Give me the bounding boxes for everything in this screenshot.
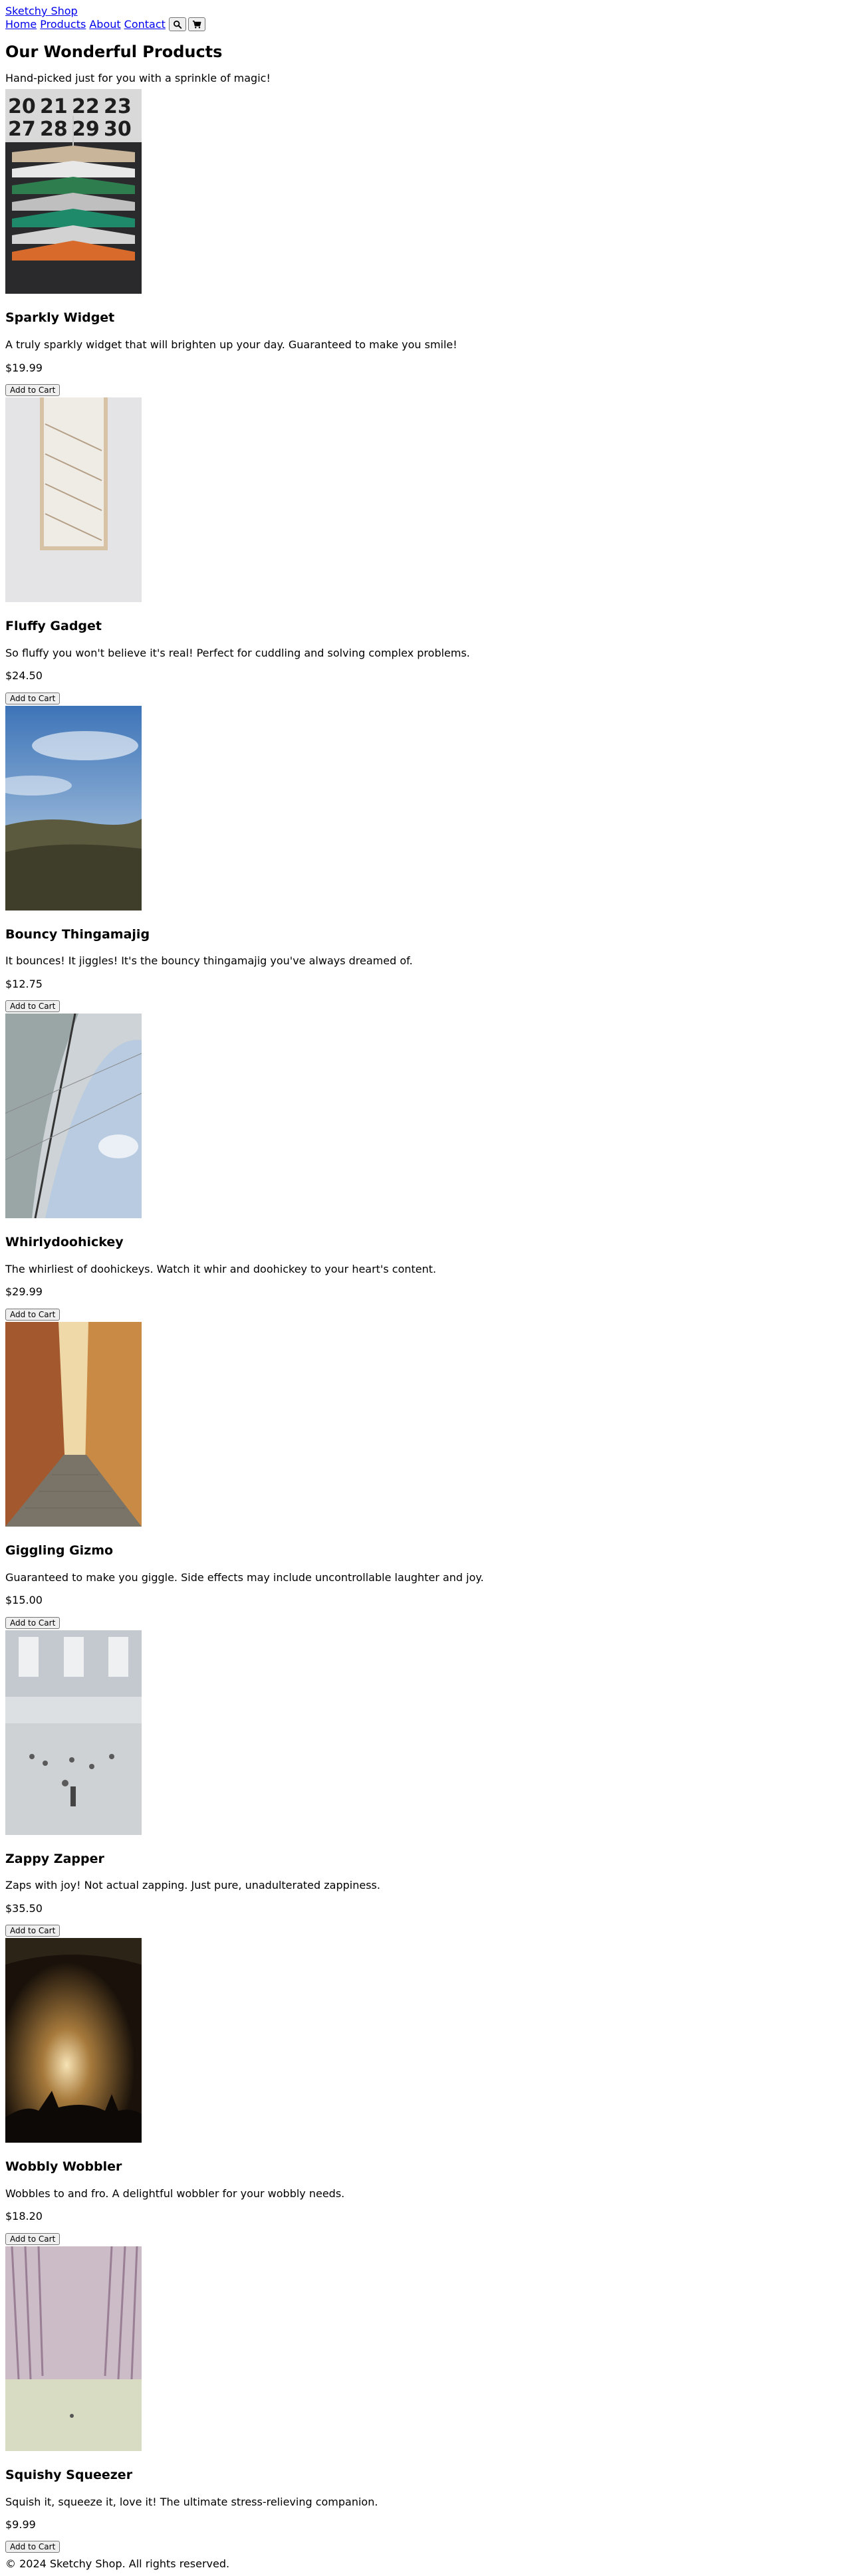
product-price: $15.00 xyxy=(5,1594,43,1607)
product-price: $9.99 xyxy=(5,2518,36,2531)
product-description: The whirliest of doohickeys. Watch it wh… xyxy=(5,1263,437,1276)
product-name: Zappy Zapper xyxy=(5,1851,104,1866)
product-description: So fluffy you won't believe it's real! P… xyxy=(5,646,470,659)
product-description: Squish it, squeeze it, love it! The ulti… xyxy=(5,2495,378,2508)
add-to-cart-button[interactable]: Add to Cart xyxy=(5,1616,61,1629)
product-card: 20 21 22 23 27 28 29 30 Sparkly Widget A… xyxy=(5,89,846,396)
product-description: Zaps with joy! Not actual zapping. Just … xyxy=(5,1879,380,1892)
calendar-number: 21 xyxy=(40,95,68,118)
search-icon xyxy=(173,20,182,29)
product-card: Squishy Squeezer Squish it, squeeze it, … xyxy=(5,2246,846,2553)
product-name: Bouncy Thingamajig xyxy=(5,926,150,942)
page-title: Our Wonderful Products xyxy=(5,43,223,62)
product-image xyxy=(5,397,142,602)
product-card: Whirlydoohickey The whirliest of doohick… xyxy=(5,1014,846,1321)
add-to-cart-button[interactable]: Add to Cart xyxy=(5,1925,61,1937)
product-description: A truly sparkly widget that will brighte… xyxy=(5,338,457,352)
product-image: 20 21 22 23 27 28 29 30 xyxy=(5,89,142,294)
main-nav: Home Products About Contact xyxy=(5,17,846,32)
product-image xyxy=(5,1014,142,1219)
calendar-number: 28 xyxy=(40,118,68,141)
add-to-cart-button[interactable]: Add to Cart xyxy=(5,2541,61,2553)
add-to-cart-button[interactable]: Add to Cart xyxy=(5,692,61,704)
product-price: $18.20 xyxy=(5,2210,43,2223)
nav-contact-link[interactable]: Contact xyxy=(124,18,166,31)
product-price: $35.50 xyxy=(5,1901,43,1915)
site-header: Sketchy Shop Home Products About Contact xyxy=(5,5,846,32)
main-content: Our Wonderful Products Hand-picked just … xyxy=(5,43,846,2553)
product-image xyxy=(5,1938,142,2143)
product-price: $12.75 xyxy=(5,977,43,990)
product-price: $24.50 xyxy=(5,669,43,683)
product-name: Squishy Squeezer xyxy=(5,2467,133,2482)
nav-home-link[interactable]: Home xyxy=(5,18,37,31)
product-price: $29.99 xyxy=(5,1285,43,1299)
product-name: Giggling Gizmo xyxy=(5,1543,114,1558)
footer-copyright: © 2024 Sketchy Shop. All rights reserved… xyxy=(5,2557,230,2571)
product-name: Whirlydoohickey xyxy=(5,1235,124,1250)
product-image xyxy=(5,2246,142,2451)
product-card: Bouncy Thingamajig It bounces! It jiggle… xyxy=(5,705,846,1013)
product-card: Wobbly Wobbler Wobbles to and fro. A del… xyxy=(5,1938,846,2245)
product-description: Guaranteed to make you giggle. Side effe… xyxy=(5,1570,484,1584)
add-to-cart-button[interactable]: Add to Cart xyxy=(5,2232,61,2245)
product-price: $19.99 xyxy=(5,361,43,374)
product-card: Zappy Zapper Zaps with joy! Not actual z… xyxy=(5,1630,846,1937)
calendar-number: 27 xyxy=(8,118,36,141)
calendar-number: 23 xyxy=(104,95,132,118)
calendar-number: 20 xyxy=(8,95,36,118)
nav-products-link[interactable]: Products xyxy=(40,18,86,31)
cart-icon xyxy=(192,20,201,29)
add-to-cart-button[interactable]: Add to Cart xyxy=(5,1000,61,1013)
product-image xyxy=(5,705,142,911)
calendar-number: 30 xyxy=(104,118,132,141)
add-to-cart-button[interactable]: Add to Cart xyxy=(5,1308,61,1321)
product-name: Fluffy Gadget xyxy=(5,619,102,633)
product-card: Fluffy Gadget So fluffy you won't believ… xyxy=(5,397,846,704)
product-image xyxy=(5,1630,142,1835)
brand-link[interactable]: Sketchy Shop xyxy=(5,5,78,17)
calendar-number: 29 xyxy=(72,118,100,141)
site-footer: © 2024 Sketchy Shop. All rights reserved… xyxy=(5,2558,846,2570)
cart-button[interactable] xyxy=(187,17,205,32)
product-name: Wobbly Wobbler xyxy=(5,2159,122,2175)
product-description: Wobbles to and fro. A delightful wobbler… xyxy=(5,2187,345,2200)
product-description: It bounces! It jiggles! It's the bouncy … xyxy=(5,954,413,968)
product-card: Giggling Gizmo Guaranteed to make you gi… xyxy=(5,1321,846,1629)
page-subtitle: Hand-picked just for you with a sprinkle… xyxy=(5,71,271,84)
nav-about-link[interactable]: About xyxy=(89,18,120,31)
search-button[interactable] xyxy=(168,17,186,32)
add-to-cart-button[interactable]: Add to Cart xyxy=(5,384,61,396)
product-image xyxy=(5,1321,142,1527)
product-name: Sparkly Widget xyxy=(5,310,115,326)
calendar-number: 22 xyxy=(72,95,100,118)
